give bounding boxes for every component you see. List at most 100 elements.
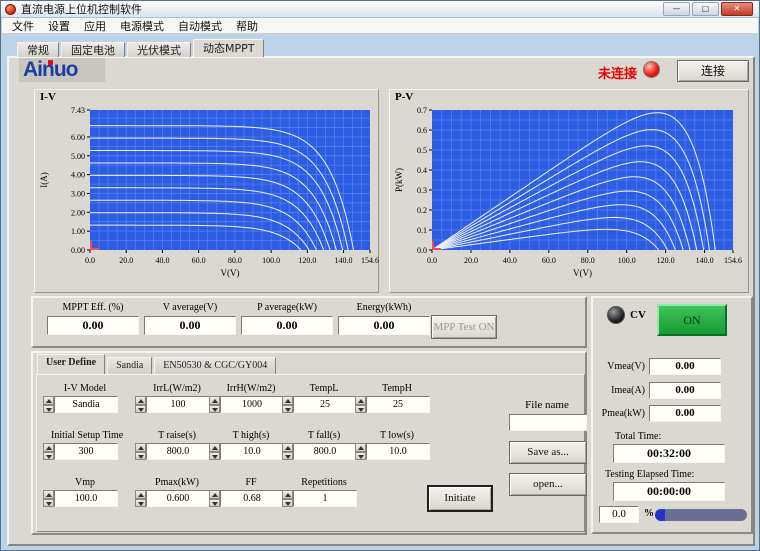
stat-value: 0.00 [338, 316, 430, 335]
spin-up-icon[interactable] [135, 443, 146, 452]
param-label: TempL [282, 383, 358, 394]
param-label: TempH [355, 383, 431, 394]
spinner [135, 396, 146, 413]
menu-item-2[interactable]: 应用 [77, 18, 113, 34]
save-as-button[interactable]: Save as... [509, 441, 587, 464]
param-value-input[interactable]: 1 [293, 490, 357, 507]
param-value-input[interactable]: 800.0 [293, 443, 357, 460]
cv-label: CV [630, 309, 646, 321]
param-value-input[interactable]: 100 [146, 396, 210, 413]
stat-field-1: V average(V)0.00 [144, 302, 236, 335]
param-value-input[interactable]: 1000 [220, 396, 284, 413]
measure-2: Pmea(kW)0.00 [593, 405, 751, 423]
tab-1[interactable]: 固定电池 [61, 42, 125, 57]
param-value-input[interactable]: Sandia [54, 396, 118, 413]
menu-item-1[interactable]: 设置 [41, 18, 77, 34]
menu-item-5[interactable]: 帮助 [229, 18, 265, 34]
spin-up-icon[interactable] [282, 443, 293, 452]
param-value-input[interactable]: 25 [366, 396, 430, 413]
svg-text:0.0: 0.0 [85, 256, 95, 265]
spinner [282, 490, 293, 507]
spin-down-icon[interactable] [282, 452, 293, 461]
spin-down-icon[interactable] [43, 405, 54, 414]
spin-down-icon[interactable] [209, 499, 220, 508]
param-tab-2[interactable]: EN50530 & CGC/GY004 [154, 357, 276, 374]
tab-2[interactable]: 光伏模式 [127, 42, 191, 57]
tab-0[interactable]: 常规 [17, 42, 59, 57]
svg-text:100.0: 100.0 [262, 256, 280, 265]
connect-button[interactable]: 连接 [677, 60, 749, 82]
param-value-input[interactable]: 10.0 [366, 443, 430, 460]
spin-up-icon[interactable] [43, 396, 54, 405]
spin-down-icon[interactable] [282, 405, 293, 414]
mpp-test-button[interactable]: MPP Test ON [431, 315, 497, 339]
menu-item-3[interactable]: 电源模式 [113, 18, 171, 34]
param-control: 25 [355, 396, 431, 413]
pv-chart-title: P-V [395, 91, 413, 103]
menu-item-4[interactable]: 自动模式 [171, 18, 229, 34]
initiate-button[interactable]: Initiate [427, 485, 493, 512]
spin-down-icon[interactable] [135, 405, 146, 414]
spin-down-icon[interactable] [209, 452, 220, 461]
spin-up-icon[interactable] [209, 396, 220, 405]
spin-down-icon[interactable] [209, 405, 220, 414]
param-control: 100.0 [43, 490, 119, 507]
close-button-icon[interactable]: ✕ [721, 2, 753, 16]
svg-text:I(A): I(A) [39, 172, 49, 188]
param-value-input[interactable]: 0.600 [146, 490, 210, 507]
maximize-button-icon[interactable]: ▢ [692, 2, 719, 16]
spin-down-icon[interactable] [43, 499, 54, 508]
spin-down-icon[interactable] [355, 452, 366, 461]
spin-down-icon[interactable] [282, 499, 293, 508]
spinner [209, 490, 220, 507]
spin-up-icon[interactable] [43, 490, 54, 499]
svg-text:3.00: 3.00 [71, 189, 85, 198]
total-time-value: 00:32:00 [613, 444, 725, 463]
param-value-input[interactable]: 25 [293, 396, 357, 413]
tab-3[interactable]: 动态MPPT [193, 39, 264, 57]
measure-value: 0.00 [649, 382, 721, 399]
open-button[interactable]: open... [509, 473, 587, 496]
param-value-input[interactable]: 10.0 [220, 443, 284, 460]
param-ff: FF0.68 [209, 477, 285, 507]
stat-value: 0.00 [144, 316, 236, 335]
spin-up-icon[interactable] [282, 490, 293, 499]
svg-text:0.2: 0.2 [417, 206, 427, 215]
minimize-button-icon[interactable]: — [663, 2, 690, 16]
svg-text:60.0: 60.0 [192, 256, 206, 265]
spin-up-icon[interactable] [282, 396, 293, 405]
spin-up-icon[interactable] [43, 443, 54, 452]
param-value-input[interactable]: 100.0 [54, 490, 118, 507]
param-control: 0.68 [209, 490, 285, 507]
app-icon [5, 4, 16, 15]
spin-up-icon[interactable] [209, 490, 220, 499]
spin-up-icon[interactable] [135, 396, 146, 405]
spin-down-icon[interactable] [135, 499, 146, 508]
param-value-input[interactable]: 300 [54, 443, 118, 460]
spin-up-icon[interactable] [355, 443, 366, 452]
title-bar[interactable]: 直流电源上位机控制软件 — ▢ ✕ [1, 1, 759, 18]
spin-down-icon[interactable] [355, 405, 366, 414]
spinner [43, 490, 54, 507]
param-value-input[interactable]: 800.0 [146, 443, 210, 460]
param-label: T high(s) [209, 430, 285, 441]
param-tab-0[interactable]: User Define [37, 354, 105, 374]
param-value-input[interactable]: 0.68 [220, 490, 284, 507]
file-name-input[interactable] [509, 414, 587, 431]
on-button[interactable]: ON [657, 304, 727, 336]
total-time-label: Total Time: [615, 431, 661, 442]
param-vmp: Vmp100.0 [43, 477, 119, 507]
spinner [282, 443, 293, 460]
menu-item-0[interactable]: 文件 [5, 18, 41, 34]
spin-up-icon[interactable] [135, 490, 146, 499]
param-tab-1[interactable]: Sandia [107, 357, 152, 374]
spin-up-icon[interactable] [209, 443, 220, 452]
spin-up-icon[interactable] [355, 396, 366, 405]
spin-down-icon[interactable] [135, 452, 146, 461]
param-control: 100 [135, 396, 211, 413]
param-pmax-kw-: Pmax(kW)0.600 [135, 477, 211, 507]
stat-label: MPPT Eff. (%) [47, 302, 139, 313]
param-control: 1 [282, 490, 358, 507]
stat-value: 0.00 [47, 316, 139, 335]
spin-down-icon[interactable] [43, 452, 54, 461]
